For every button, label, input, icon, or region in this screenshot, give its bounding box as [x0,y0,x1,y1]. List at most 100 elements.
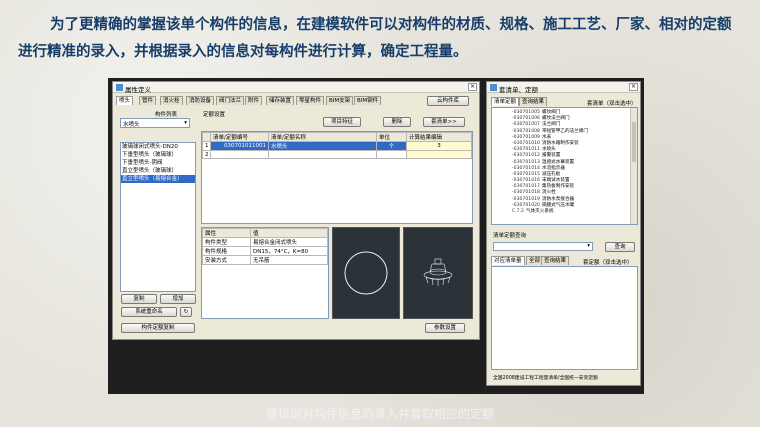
tree-item-code: -030701006 [512,116,540,122]
table-row[interactable]: 1 030701011001 水喷头 个 3 [202,141,472,151]
component-type-value: 水喷头 [123,122,140,128]
tree-item-code: -030701007 [512,122,540,128]
app-icon [116,84,123,91]
table-row[interactable]: 构件规格 DN15，74°C，K=80 [202,246,328,256]
component-type-select[interactable]: 水喷头 ▾ [120,118,190,128]
property-value[interactable]: 易熔合金闭式喷头 [250,237,328,247]
tab-valves[interactable]: 阀门法兰 [216,96,245,105]
slide-caption: 建模端对构件信息的录入并套取相应的定额 [265,407,494,421]
close-icon[interactable]: × [629,83,638,91]
tab-query-results[interactable]: 查询结果 [519,97,548,106]
tab-misc[interactable]: 零星构件 [296,96,325,105]
tree-item-name: 消防水箱制作安装 [541,140,579,146]
attribute-window-title: 属性定义 [125,86,151,94]
list-item[interactable]: 玻璃球闭式喷头-DN20 [121,143,195,151]
unit-cell[interactable] [376,150,407,159]
tree-item-name: 集热板制作安装 [541,184,575,190]
tree-item-code: -030701014 [512,165,540,171]
attribute-window: 属性定义 × 喷头 管件 消火栓 消防设备 阀门法兰 附件 储存装置 零星构件 … [112,81,480,340]
chevron-down-icon: ▾ [587,243,590,249]
list-item-selected[interactable]: 直立型喷头（易熔合金） [121,175,195,183]
table-row[interactable]: 安装方式 无吊筋 [202,255,328,265]
tree-item-name: 消火栓 [541,190,556,196]
rename-button[interactable]: 系统重命名 [121,307,177,317]
tab-matching-list[interactable]: 对应清单量 [491,256,525,265]
table-row[interactable]: 2 [202,150,472,159]
quota-code-cell[interactable]: 030701011001 [210,141,269,151]
tab-bim-bracket[interactable]: BIM支架 [326,96,354,105]
tree-item[interactable]: C.7.2 气体灭火系统 [512,209,630,215]
list-item[interactable]: 下垂型喷头-阴阀 [121,159,195,167]
tree-item-name: 末端试水装置 [541,178,570,184]
feature-button[interactable]: 项目特征 [323,117,361,127]
tree-item-name: 消防水泵接合器 [541,196,575,202]
tree-item-code: -030701019 [512,196,540,202]
column-header: 单位 [376,132,407,142]
tab-sprinkler[interactable]: 喷头 [116,96,134,105]
refresh-icon[interactable]: ↻ [180,307,192,317]
quota-header: 定额设置 [203,112,226,118]
quota-name-cell[interactable]: 水喷头 [268,141,377,151]
tree-item-name: 法兰阀门 [541,122,561,128]
property-value[interactable]: DN15，74°C，K=80 [250,246,328,256]
copy-button[interactable]: 复制 [121,294,157,304]
list-item[interactable]: 直立型喷头（玻璃球） [121,167,195,175]
tree-item-code: C.7.2 [512,209,524,214]
quota-name-cell[interactable] [268,150,377,159]
sprinkler-plan-icon [344,251,388,295]
3d-view-preview[interactable] [403,227,473,319]
property-name: 构件规格 [202,246,251,256]
tab-hydrant[interactable]: 消火栓 [160,96,183,105]
tree-item-name: 气体灭火系统 [525,209,554,214]
tree-item-name: 温感式水幕装置 [541,159,575,165]
calc-result-cell[interactable] [406,150,472,159]
column-header: 清单/定额名称 [268,132,377,142]
tree-item-name: 报警装置 [541,153,561,159]
tree-item-name: 螺纹阀门 [541,110,561,115]
parameter-settings-button[interactable]: 参数设置 [425,323,465,333]
attribute-window-titlebar: 属性定义 × [113,82,479,94]
quota-result-list [491,266,638,370]
query-input[interactable]: ▾ [493,242,593,251]
tree-item-code: -030701011 [512,147,540,153]
tab-bim-steel[interactable]: BIM钢件 [354,96,382,105]
scrollbar-thumb[interactable] [632,122,636,162]
calc-result-cell[interactable]: 3 [406,141,472,151]
query-button[interactable]: 查询 [605,242,635,252]
scope-label: 套清单（双击选中） [587,101,637,107]
tree-item-code: -030701017 [512,184,540,190]
tree-scrollbar[interactable] [630,108,637,224]
tree-item-code: -030701009 [512,134,540,140]
tree-item-name: 隔膜式气压水罐 [541,202,575,208]
tab-accessories[interactable]: 附件 [245,96,263,105]
property-value[interactable]: 无吊筋 [250,255,328,265]
batch-copy-button[interactable]: 构件定额复制 [121,323,195,333]
plan-view-preview[interactable] [332,227,400,319]
property-grid: 属性 值 构件类型 易熔合金闭式喷头 构件规格 DN15，74°C，K=80 安… [201,227,329,319]
tab-list-quota[interactable]: 清单定额 [491,97,520,106]
add-button[interactable]: 增加 [160,294,196,304]
tree-item-code: -030701012 [512,153,540,159]
tree-item-name: 水喷头 [541,147,556,153]
table-row[interactable]: 构件类型 易熔合金闭式喷头 [202,237,328,247]
tree-item-code: -030701016 [512,178,540,184]
close-icon[interactable]: × [468,83,477,91]
tree-item-code: -030701008 [512,128,540,134]
unit-cell[interactable]: 个 [376,141,407,151]
tab-storage[interactable]: 储存装置 [266,96,295,105]
column-header: 计算结果编辑 [406,132,472,142]
quota-window-titlebar: 套清单、定额 × [487,82,640,94]
delete-button[interactable]: 删除 [383,117,411,127]
tab-fire-equipment[interactable]: 消防设备 [186,96,215,105]
tree-item-code: -030701010 [512,140,540,146]
cloud-library-button[interactable]: 云构件库 [427,96,469,106]
tab-fittings[interactable]: 管件 [139,96,157,105]
set-list-button[interactable]: 套清单>> [423,117,465,127]
column-header [202,132,211,142]
quota-code-cell[interactable] [210,150,269,159]
column-header: 清单/定额编号 [210,132,269,142]
tab-query-result[interactable]: 查询结果 [541,256,570,265]
list-item[interactable]: 下垂型喷头（玻璃球） [121,151,195,159]
app-icon [490,84,497,91]
quota-window: 套清单、定额 × 清单定额 查询结果 套清单（双击选中） -030701005 螺… [486,81,641,386]
